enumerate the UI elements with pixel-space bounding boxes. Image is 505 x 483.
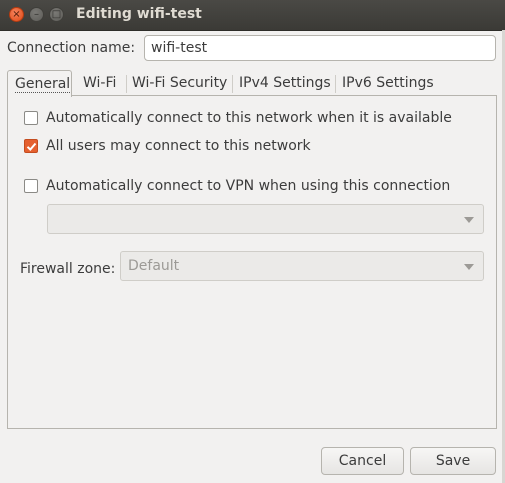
auto-connect-label: Automatically connect to this network wh… xyxy=(46,110,452,126)
auto-connect-row[interactable]: Automatically connect to this network wh… xyxy=(24,110,452,126)
edit-connection-dialog: × – □ Editing wifi-test Connection name:… xyxy=(0,0,505,483)
tab-ipv4-settings[interactable]: IPv4 Settings xyxy=(239,70,331,96)
checkmark-icon xyxy=(26,142,36,151)
chevron-down-icon xyxy=(464,217,474,223)
chevron-down-icon xyxy=(464,264,474,270)
auto-connect-checkbox[interactable] xyxy=(24,111,38,125)
tab-wifi[interactable]: Wi-Fi xyxy=(83,70,116,96)
tab-general[interactable]: General xyxy=(7,70,72,97)
tab-wifi-label: Wi-Fi xyxy=(83,75,117,91)
close-window-icon[interactable]: × xyxy=(9,7,24,22)
auto-vpn-checkbox[interactable] xyxy=(24,179,38,193)
connection-name-label: Connection name: xyxy=(7,40,136,56)
general-tab-panel: Automatically connect to this network wh… xyxy=(7,95,497,429)
tab-wifi-security-label: Wi-Fi Security xyxy=(132,75,228,91)
tab-wifi-security[interactable]: Wi-Fi Security xyxy=(132,70,227,96)
firewall-zone-label: Firewall zone: xyxy=(20,261,116,277)
close-glyph: × xyxy=(12,8,21,20)
minimize-glyph: – xyxy=(34,8,39,20)
maximize-window-icon[interactable]: □ xyxy=(49,7,64,22)
vpn-select[interactable] xyxy=(47,204,484,234)
firewall-zone-value: Default xyxy=(128,258,180,274)
tab-separator xyxy=(335,75,336,93)
tab-separator xyxy=(232,75,233,93)
tab-separator xyxy=(126,75,127,93)
connection-name-input[interactable] xyxy=(144,35,496,61)
firewall-zone-select[interactable]: Default xyxy=(120,251,484,281)
save-button[interactable]: Save xyxy=(410,447,496,475)
tab-ipv6-label: IPv6 Settings xyxy=(342,75,434,91)
minimize-window-icon[interactable]: – xyxy=(29,7,44,22)
cancel-button[interactable]: Cancel xyxy=(321,447,404,475)
window-title: Editing wifi-test xyxy=(76,6,202,22)
auto-vpn-row[interactable]: Automatically connect to VPN when using … xyxy=(24,178,450,194)
tab-ipv6-settings[interactable]: IPv6 Settings xyxy=(342,70,434,96)
maximize-glyph: □ xyxy=(51,8,62,20)
tab-general-label: General xyxy=(15,76,71,93)
all-users-row[interactable]: All users may connect to this network xyxy=(24,138,311,154)
all-users-label: All users may connect to this network xyxy=(46,138,311,154)
tab-ipv4-label: IPv4 Settings xyxy=(239,75,331,91)
all-users-checkbox[interactable] xyxy=(24,139,38,153)
title-bar: × – □ Editing wifi-test xyxy=(0,0,505,31)
auto-vpn-label: Automatically connect to VPN when using … xyxy=(46,178,451,194)
